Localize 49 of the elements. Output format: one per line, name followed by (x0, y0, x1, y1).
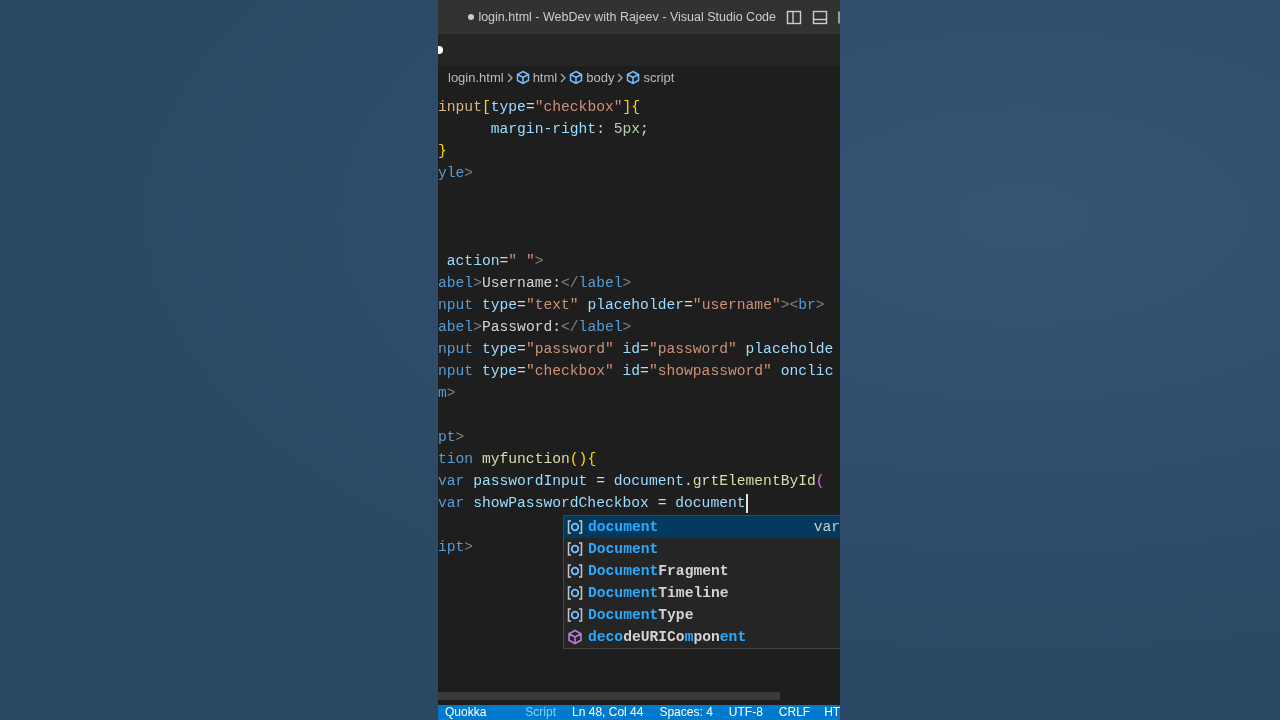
code-line: pt> (438, 429, 465, 445)
code-line: abel>Password:</label> (438, 319, 632, 335)
variable-icon (567, 541, 583, 557)
cube-icon (569, 70, 584, 85)
code-line: nput type="checkbox" id="showpassword" onclic (438, 363, 834, 379)
suggestion-item[interactable]: DocumentFragment (564, 560, 840, 582)
code-line: ipt> (438, 539, 474, 555)
status-item[interactable]: CRLF (778, 705, 811, 720)
cube-icon (626, 70, 641, 85)
variable-icon (567, 585, 583, 601)
status-item[interactable]: Ln 48, Col 44 (572, 705, 644, 720)
code-line: var showPasswordCheckbox = document (438, 495, 746, 511)
status-item[interactable]: Quokka (445, 705, 487, 720)
code-line: tion myfunction(){ (438, 451, 597, 467)
suggestion-item[interactable]: decodeURIComponent (564, 626, 840, 648)
breadcrumb-item[interactable]: script (626, 70, 675, 85)
breadcrumb-item[interactable]: html (515, 70, 558, 85)
breadcrumb-item[interactable]: login.html (448, 70, 504, 85)
suggestion-detail: var (813, 519, 840, 535)
variable-icon (567, 607, 583, 623)
panel-toggle-icon[interactable] (812, 9, 828, 25)
code-line: nput type="password" id="password" placeholde (438, 341, 834, 357)
chevron-icon (560, 72, 567, 83)
chevron-icon (506, 72, 513, 83)
variable-icon (567, 563, 583, 579)
suggestion-item[interactable]: DocumentType (564, 604, 840, 626)
code-line: nput type="text" placeholder="username"><br> (438, 297, 825, 313)
status-item[interactable]: HT (824, 705, 840, 720)
code-line: action=" "> (445, 253, 544, 269)
code-line: } (438, 143, 447, 159)
window-title: login.html - WebDev with Rajeev - Visual Studio Code (478, 10, 776, 24)
code-line: m> (438, 385, 456, 401)
breadcrumb-item[interactable]: body (569, 70, 615, 85)
horizontal-scrollbar[interactable] (438, 692, 780, 700)
code-line: yle> (438, 165, 474, 181)
status-item[interactable]: UTF-8 (728, 705, 763, 720)
variable-icon (567, 519, 583, 535)
code-line: input[type="checkbox"]{ (438, 99, 641, 115)
cube-icon (567, 629, 583, 645)
cube-icon (515, 70, 530, 85)
code-line: margin-right: 5px; (489, 121, 649, 137)
suggestion-item[interactable]: document var (564, 516, 840, 538)
chevron-icon (617, 72, 624, 83)
code-line: var passwordInput = document.grtElementById( (438, 473, 825, 489)
suggestion-item[interactable]: DocumentTimeline (564, 582, 840, 604)
suggestion-item[interactable]: Document (564, 538, 840, 560)
sidebar-toggle-icon[interactable] (786, 9, 802, 25)
status-item[interactable]: Spaces: 4 (659, 705, 713, 720)
code-line: abel>Username:</label> (438, 275, 632, 291)
